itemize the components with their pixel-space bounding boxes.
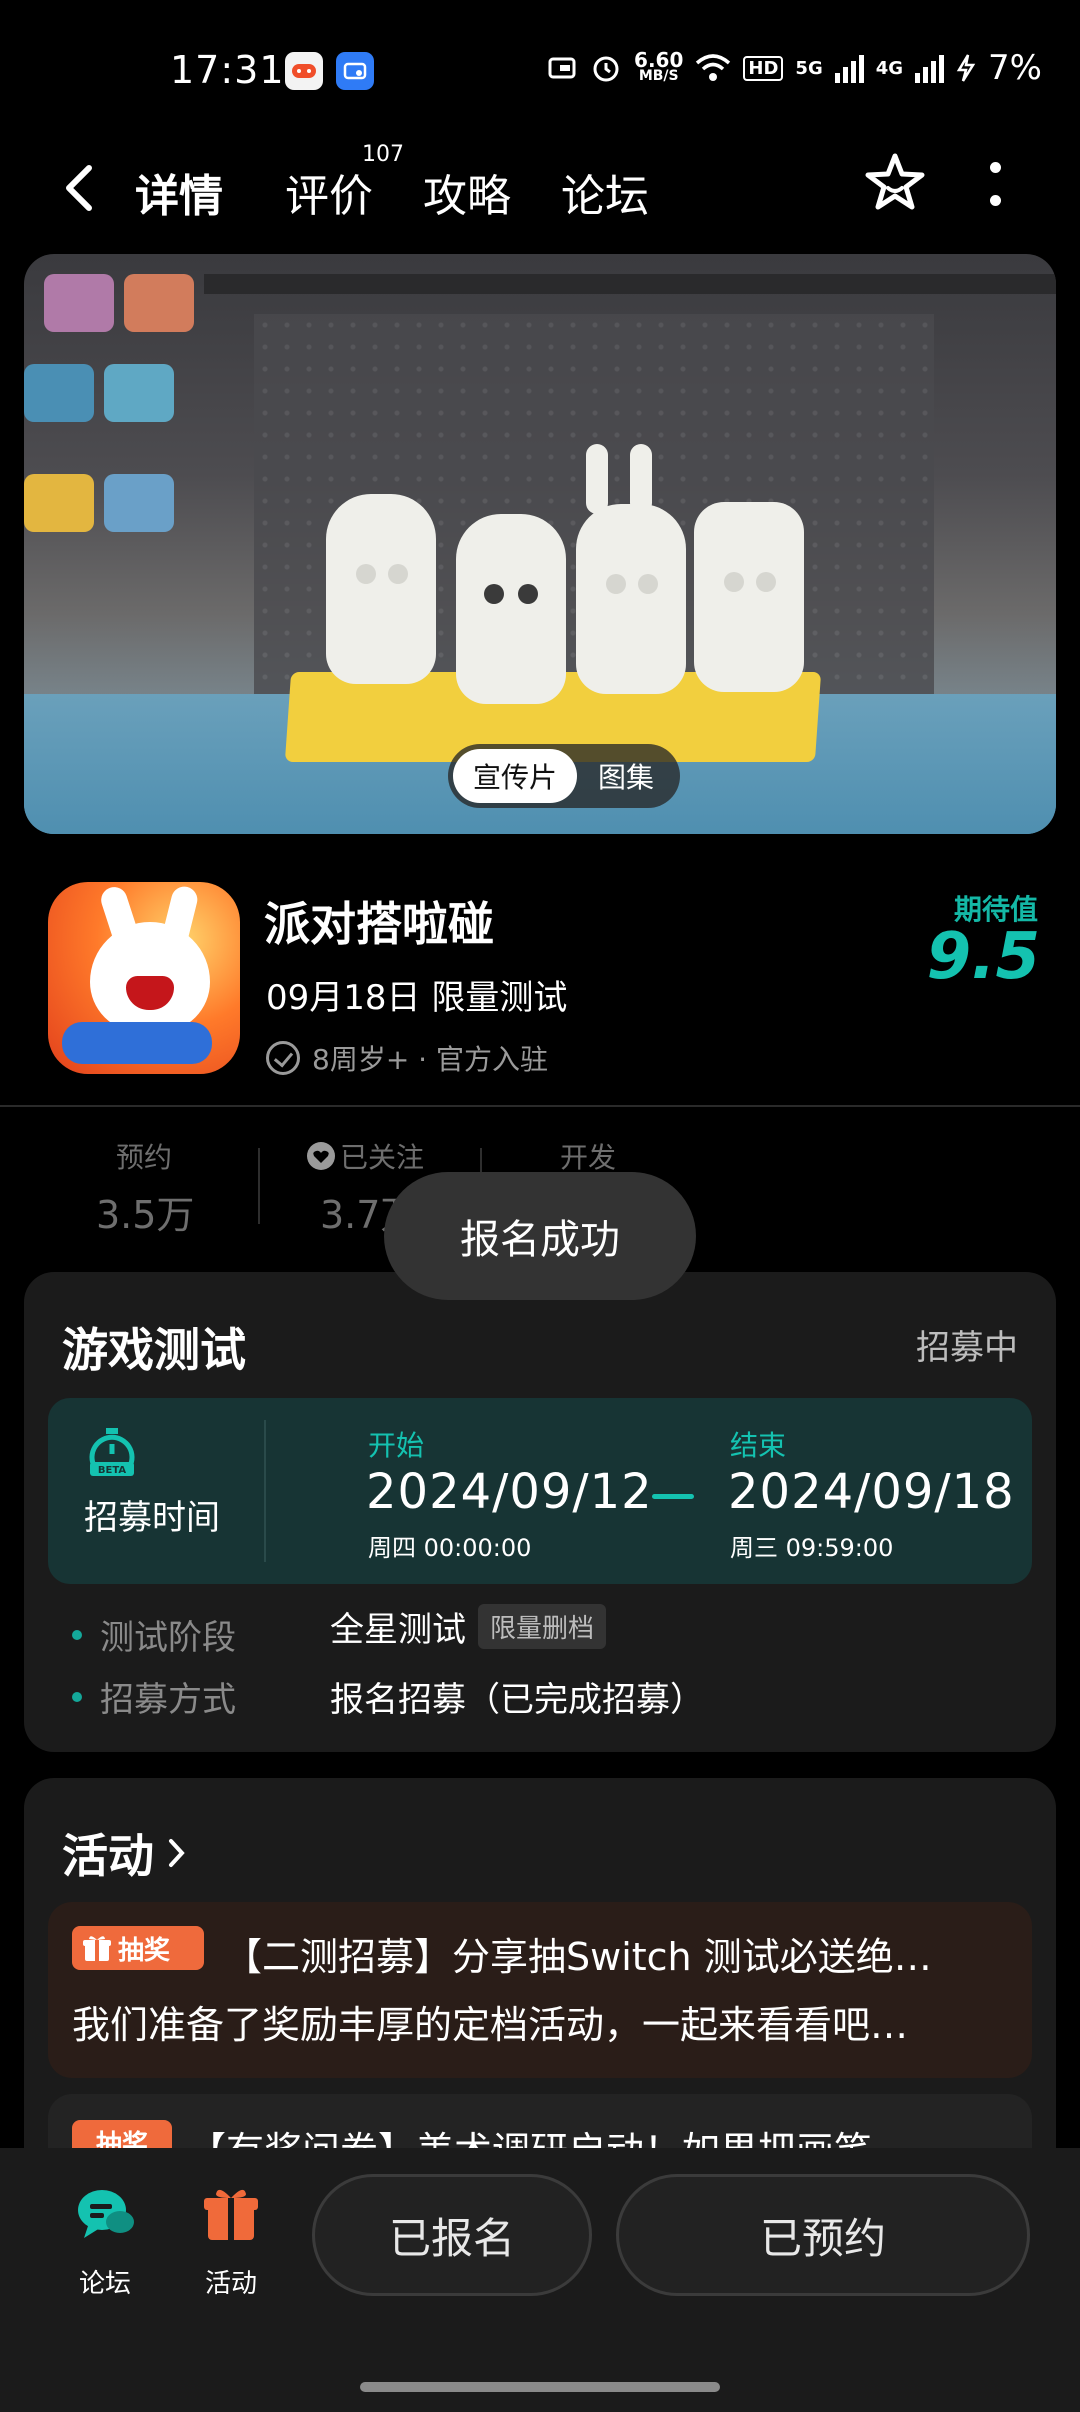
- recruit-method-value: 报名招募（已完成招募）: [330, 1680, 704, 1720]
- game-app-notification-icon: [285, 52, 323, 90]
- reserved-button[interactable]: 已预约: [616, 2174, 1030, 2296]
- game-title: 派对搭啦碰: [264, 897, 494, 951]
- activity-item-desc: 我们准备了奖励丰厚的定档活动，一起来看看吧…: [72, 2003, 909, 2047]
- tab-review[interactable]: 评价: [285, 160, 373, 224]
- status-bar: 17:31 6.60 MB/S HD 5G 4G 7%: [0, 0, 1080, 140]
- net-speed: 6.60 MB/S: [634, 48, 684, 84]
- status-indicators: 6.60 MB/S HD 5G 4G 7%: [548, 48, 1042, 88]
- gallery-toggle-button[interactable]: 图集: [577, 756, 675, 796]
- delete-data-tag: 限量删档: [478, 1604, 607, 1649]
- test-stage-value: 全星测试 限量删档: [330, 1602, 607, 1651]
- lottery-tag: 抽奖: [72, 1926, 204, 1970]
- bottom-action-bar: 论坛 活动 已报名 已预约: [0, 2148, 1080, 2412]
- tab-detail-label: 详情: [135, 171, 223, 222]
- verified-icon: [266, 1041, 300, 1075]
- home-indicator[interactable]: [360, 2382, 720, 2392]
- gift-icon: [83, 1936, 111, 1961]
- recruit-method-label: 招募方式: [72, 1672, 236, 1721]
- forum-nav-button[interactable]: 论坛: [50, 2182, 160, 2300]
- signed-up-button[interactable]: 已报名: [312, 2174, 592, 2296]
- end-label: 结束: [730, 1429, 787, 1462]
- star-icon: [865, 153, 925, 210]
- activity-item[interactable]: 抽奖 【二测招募】分享抽Switch 测试必送绝… 我们准备了奖励丰厚的定档活动…: [48, 1902, 1032, 2078]
- tab-forum-label: 论坛: [561, 171, 649, 222]
- recruit-time-label: 招募时间: [84, 1498, 220, 1538]
- game-test-card: 游戏测试 招募中 BETA 招募时间 开始 2024/09/12 周四 00:0…: [24, 1272, 1056, 1752]
- activity-nav-button[interactable]: 活动: [176, 2182, 286, 2300]
- top-nav: 详情 评价 107 攻略 论坛: [0, 140, 1080, 250]
- back-button[interactable]: [55, 158, 105, 218]
- end-weekday-time: 周三 09:59:00: [730, 1534, 894, 1562]
- recruit-status: 招募中: [916, 1328, 1018, 1368]
- stat-developer-label: 开发: [560, 1141, 617, 1174]
- range-dash: [652, 1494, 694, 1499]
- activity-header[interactable]: 活动: [62, 1820, 188, 1886]
- signal1-icon: [834, 53, 864, 83]
- activity-nav-label: 活动: [204, 2269, 257, 2299]
- stat-reserve-label: 预约: [116, 1141, 173, 1174]
- favorite-button[interactable]: [862, 150, 928, 216]
- tab-detail[interactable]: 详情: [131, 160, 227, 224]
- activity-card: 活动 抽奖 【二测招募】分享抽Switch 测试必送绝… 我们准备了奖励丰厚的定…: [24, 1778, 1056, 2194]
- alarm-icon: [593, 56, 619, 82]
- signal1-label: 5G: [795, 57, 823, 79]
- start-weekday-time: 周四 00:00:00: [368, 1534, 532, 1562]
- gift-icon: [204, 2189, 258, 2240]
- start-label: 开始: [368, 1429, 425, 1462]
- app-notification-icon: [336, 52, 374, 90]
- test-stage-label: 测试阶段: [72, 1610, 236, 1659]
- review-count-badge: 107: [362, 142, 404, 167]
- tab-forum[interactable]: 论坛: [561, 160, 649, 224]
- status-time: 17:31: [170, 48, 285, 92]
- hd-badge: HD: [743, 55, 784, 81]
- charging-icon: [956, 54, 976, 82]
- game-app-icon: [48, 882, 240, 1074]
- divider: [0, 1105, 1080, 1107]
- stat-reserve-value: 3.5万: [96, 1193, 195, 1237]
- activity-item-title: 【二测招募】分享抽Switch 测试必送绝…: [224, 1935, 932, 1979]
- signal2-icon: [915, 53, 945, 83]
- media-toggle: 宣传片 图集: [448, 744, 680, 808]
- video-toggle-button[interactable]: 宣传片: [453, 749, 577, 803]
- svg-text:BETA: BETA: [98, 1465, 126, 1476]
- tab-guide[interactable]: 攻略: [423, 160, 511, 224]
- heart-icon: [307, 1142, 335, 1170]
- signal2-label: 4G: [875, 57, 904, 79]
- stat-follow-label: 已关注: [306, 1136, 424, 1176]
- signup-success-toast: 报名成功: [384, 1172, 696, 1300]
- recruit-time-box: BETA 招募时间 开始 2024/09/12 周四 00:00:00 结束 2…: [48, 1398, 1032, 1584]
- beta-timer-icon: BETA: [89, 1428, 135, 1476]
- expect-score: 9.5: [926, 920, 1040, 994]
- card-title: 游戏测试: [62, 1323, 246, 1377]
- back-arrow-icon: [66, 165, 92, 211]
- activity-title: 活动: [62, 1829, 154, 1883]
- end-date: 2024/09/18: [728, 1464, 1015, 1520]
- tab-review-label: 评价: [285, 171, 373, 222]
- forum-chat-icon: [78, 2190, 134, 2238]
- more-menu-button[interactable]: [985, 162, 1005, 206]
- promo-video-banner[interactable]: 宣传片 图集: [24, 254, 1056, 834]
- battery-percent: 7%: [988, 48, 1042, 88]
- test-date-info: 09月18日 限量测试: [266, 978, 568, 1018]
- age-rating-text: 8周岁+ · 官方入驻: [312, 1043, 548, 1076]
- game-meta: 8周岁+ · 官方入驻: [266, 1038, 548, 1078]
- wifi-icon: [696, 54, 731, 81]
- forum-nav-label: 论坛: [78, 2269, 131, 2299]
- start-date: 2024/09/12: [366, 1464, 653, 1520]
- tab-guide-label: 攻略: [423, 171, 511, 222]
- nfc-icon: [548, 57, 576, 79]
- chevron-right-icon: [169, 1839, 185, 1867]
